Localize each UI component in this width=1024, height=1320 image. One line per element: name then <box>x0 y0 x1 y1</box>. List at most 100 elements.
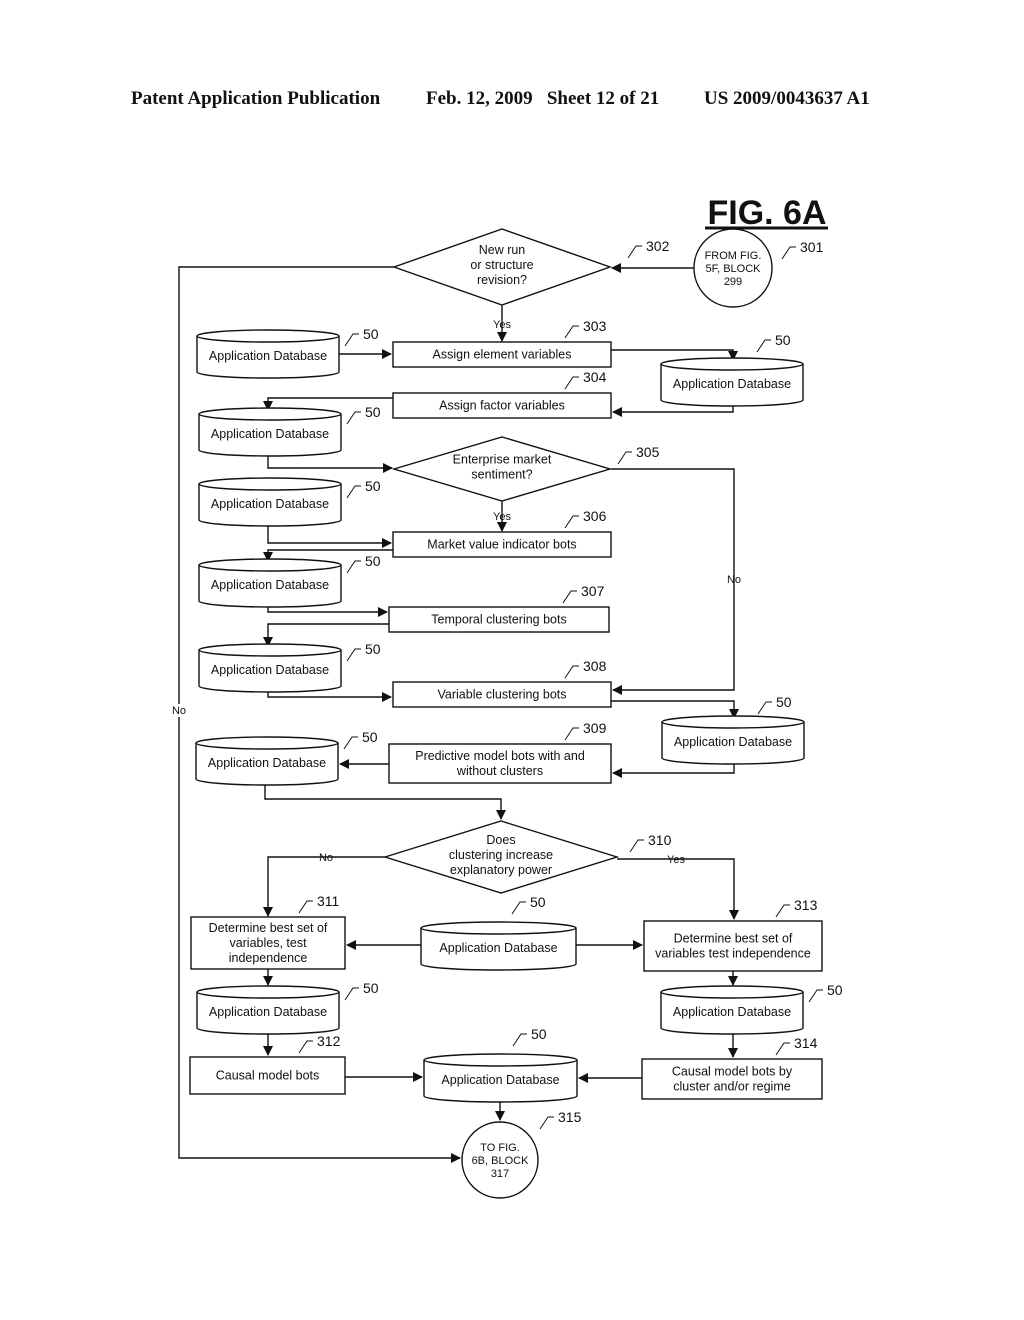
application-database: Application Database <box>420 921 577 971</box>
database-label: Application Database <box>211 427 329 441</box>
application-database: Application Database <box>198 558 342 608</box>
process-text-line: Causal model bots by <box>672 1065 793 1079</box>
reference-leader <box>629 839 644 853</box>
reference-leader <box>298 1040 313 1054</box>
decision-text-line: revision? <box>477 273 527 287</box>
process-text: Market value indicator bots <box>427 538 576 552</box>
flow-arrow <box>267 607 388 617</box>
flow-arrow <box>617 858 739 920</box>
reference-leader <box>562 590 577 604</box>
process-text: Determine best set ofvariables test inde… <box>655 932 811 961</box>
process-text: Assign element variables <box>433 348 572 362</box>
reference-leader <box>781 246 796 260</box>
database-label: Application Database <box>673 377 791 391</box>
database-ref-number: 50 <box>775 332 791 348</box>
database-ref-number: 50 <box>365 641 381 657</box>
process-text-line: Assign element variables <box>433 348 572 362</box>
reference-leader <box>627 245 642 259</box>
off-page-connector-to-6b: TO FIG.6B, BLOCK317 <box>461 1121 539 1199</box>
process-text-line: Causal model bots <box>216 1069 320 1083</box>
process-ref-number: 313 <box>794 897 818 913</box>
process-text: Assign factor variables <box>439 399 565 413</box>
connector-in-ref-number: 301 <box>800 239 824 255</box>
process-block-314: Causal model bots bycluster and/or regim… <box>641 1058 823 1100</box>
decision-ref-number: 310 <box>648 832 672 848</box>
process-block-312: Causal model bots <box>189 1056 346 1095</box>
application-database: Application Database <box>196 329 340 379</box>
decision-text-line: clustering increase <box>449 848 553 862</box>
off-page-connector-from-5f: FROM FIG.5F, BLOCK299 <box>693 228 773 308</box>
decision-text: New runor structurerevision? <box>470 243 533 287</box>
process-text-line: Temporal clustering bots <box>431 613 566 627</box>
process-ref-number: 307 <box>581 583 605 599</box>
process-ref-number: 303 <box>583 318 607 334</box>
flowchart: FIG. 6A FROM FIG.5F, BLOCK299 New runor s… <box>169 194 843 1199</box>
reference-leader <box>775 904 790 918</box>
flow-arrow <box>267 692 392 702</box>
database-label: Application Database <box>441 1073 559 1087</box>
application-database: Application Database <box>423 1053 578 1103</box>
process-text-line: without clusters <box>456 764 543 778</box>
decision-302: New runor structurerevision? <box>391 228 613 306</box>
connector-text-line: 317 <box>491 1168 509 1180</box>
database-label: Application Database <box>209 1005 327 1019</box>
reference-leader <box>346 411 361 425</box>
process-block-304: Assign factor variables <box>392 392 612 419</box>
reference-leader <box>757 701 772 715</box>
process-text-line: variables, test <box>229 936 307 950</box>
process-text-line: Variable clustering bots <box>437 688 566 702</box>
decision-ref-number: 305 <box>636 444 660 460</box>
process-text-line: Assign factor variables <box>439 399 565 413</box>
decision-310: Doesclustering increaseexplanatory power <box>382 820 620 894</box>
reference-leader <box>564 376 579 390</box>
flow-arrow <box>264 785 506 820</box>
process-ref-number: 308 <box>583 658 607 674</box>
process-text-line: cluster and/or regime <box>673 1080 790 1094</box>
decision-text-line: Enterprise market <box>453 453 552 467</box>
reference-leader <box>344 987 359 1001</box>
reference-leader <box>346 560 361 574</box>
reference-leader <box>346 485 361 499</box>
reference-leader <box>564 325 579 339</box>
database-label: Application Database <box>208 756 326 770</box>
connector-text-line: TO FIG. <box>480 1142 520 1154</box>
application-database: Application Database <box>198 643 342 693</box>
process-text-line: independence <box>229 951 308 965</box>
flow-arrow <box>611 468 735 695</box>
application-database: Application Database <box>195 736 339 786</box>
no-label: No <box>727 574 741 586</box>
flow-arrow <box>267 456 393 473</box>
reference-leader <box>564 515 579 529</box>
database-ref-number: 50 <box>363 980 379 996</box>
yes-label: Yes <box>493 319 511 331</box>
process-text-line: Determine best set of <box>209 921 328 935</box>
reference-leader <box>344 333 359 347</box>
yes-label: Yes <box>667 854 685 866</box>
reference-leader <box>298 900 313 914</box>
database-ref-number: 50 <box>362 729 378 745</box>
reference-leader <box>512 1033 527 1047</box>
reference-leader <box>564 665 579 679</box>
process-block-313: Determine best set ofvariables test inde… <box>643 920 823 972</box>
process-text-line: variables test independence <box>655 947 811 961</box>
connector-text-line: 299 <box>724 276 742 288</box>
database-ref-number: 50 <box>776 694 792 710</box>
reference-leader <box>539 1116 554 1130</box>
process-block-307: Temporal clustering bots <box>388 606 610 633</box>
connector-text-line: FROM FIG. <box>705 250 762 262</box>
process-ref-number: 312 <box>317 1033 341 1049</box>
flow-arrow <box>611 700 739 719</box>
database-label: Application Database <box>211 663 329 677</box>
no-label: No <box>172 705 186 717</box>
connector-text-line: 5F, BLOCK <box>705 263 761 275</box>
reference-leader <box>617 451 632 465</box>
application-database: Application Database <box>196 985 340 1035</box>
application-database: Application Database <box>661 715 805 765</box>
process-text: Variable clustering bots <box>437 688 566 702</box>
database-ref-number: 50 <box>365 478 381 494</box>
process-block-308: Variable clustering bots <box>392 681 612 708</box>
database-label: Application Database <box>211 497 329 511</box>
process-block-303: Assign element variables <box>392 341 612 368</box>
figure-title: FIG. 6A <box>707 194 826 232</box>
application-database: Application Database <box>660 985 804 1035</box>
